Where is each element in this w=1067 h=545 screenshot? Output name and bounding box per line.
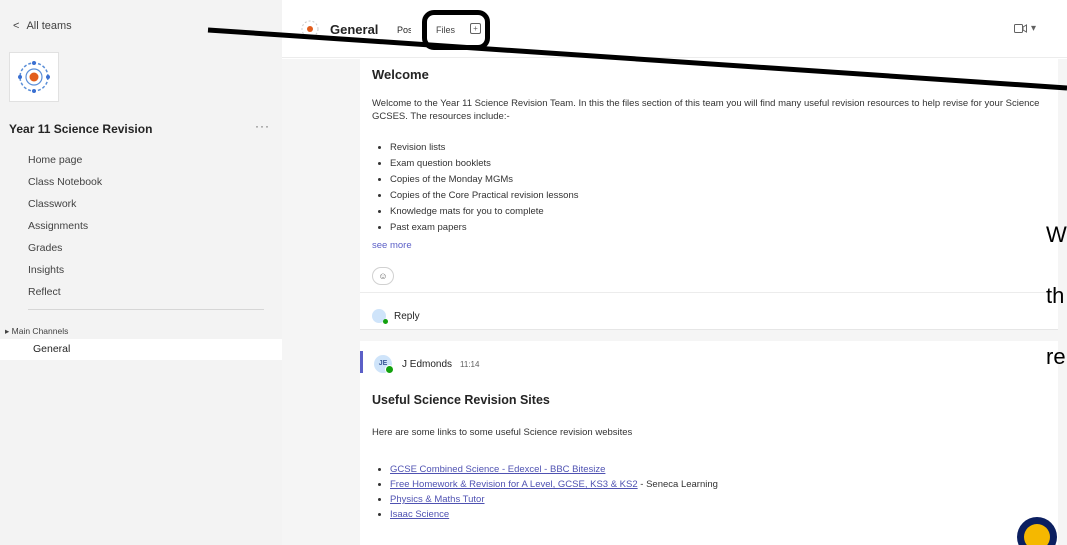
overlay-text-line-1: W bbox=[1046, 222, 1067, 247]
annotation-arrow-line bbox=[207, 27, 1067, 91]
overlay-text-line-2: th bbox=[1046, 283, 1065, 308]
overlay-text-line-3: re bbox=[1046, 344, 1066, 369]
